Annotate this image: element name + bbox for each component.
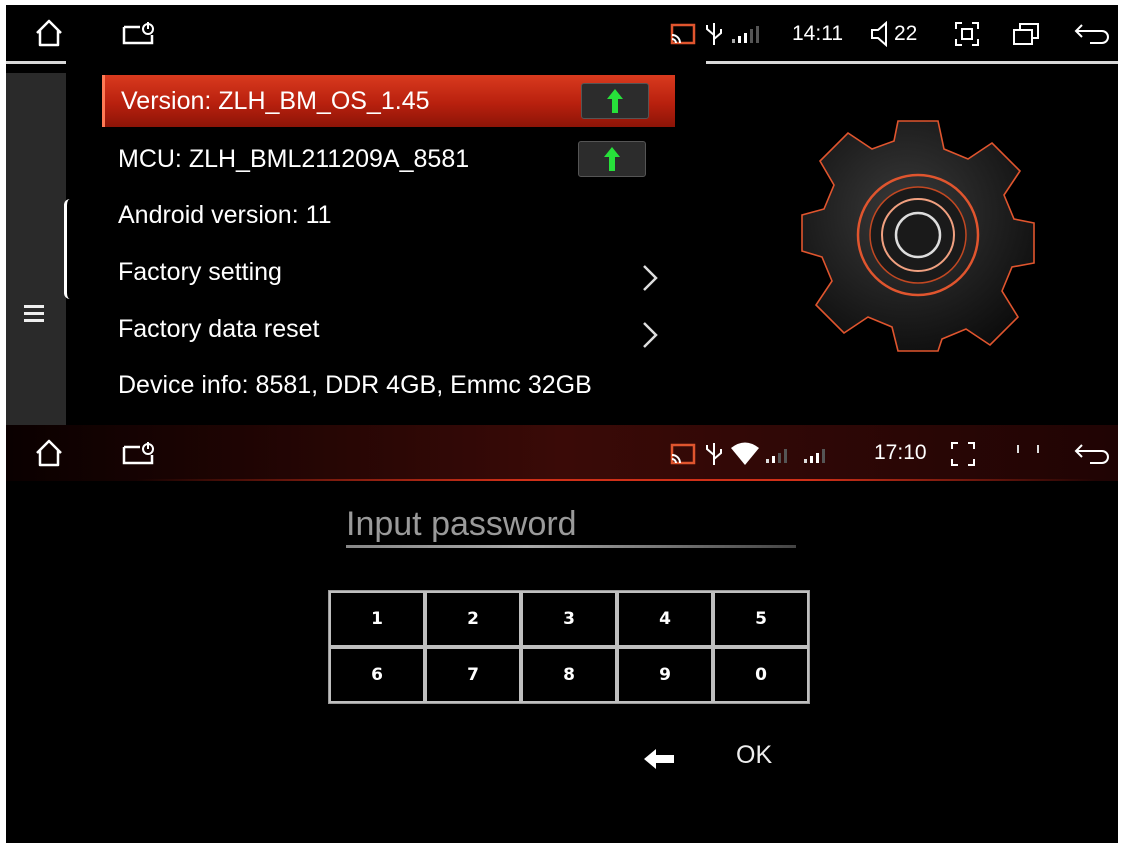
key-9[interactable]: 9 [617, 647, 713, 703]
key-6[interactable]: 6 [329, 647, 425, 703]
key-4[interactable]: 4 [617, 591, 713, 647]
clock-top: 14:11 [792, 22, 843, 45]
key-0[interactable]: 0 [713, 647, 809, 703]
signal-icon [728, 25, 768, 50]
status-bar-underline-left [6, 61, 66, 64]
accent-divider [136, 479, 1096, 481]
signal-icon [764, 445, 854, 470]
wifi-icon [730, 441, 760, 472]
screenshot-icon[interactable] [954, 21, 980, 52]
os-upgrade-button[interactable] [581, 83, 649, 119]
cast-icon [670, 23, 696, 50]
upgrade-arrow-icon [604, 147, 620, 171]
head-unit-screen: 14:11 22 Version: ZLH_BM_OS_1.45 MCU: ZL… [6, 5, 1118, 843]
clock-bottom: 17:10 [874, 441, 927, 464]
backspace-button[interactable] [642, 747, 678, 771]
upgrade-arrow-icon [607, 89, 623, 113]
screen-power-icon[interactable] [122, 441, 156, 472]
gear-icon [798, 115, 1038, 360]
factory-data-reset-label: Factory data reset [118, 315, 320, 343]
screen-power-icon[interactable] [122, 21, 156, 52]
recent-apps-icon[interactable] [1012, 22, 1042, 51]
side-drawer-strip[interactable] [6, 73, 66, 425]
device-info-label: Device info: 8581, DDR 4GB, Emmc 32GB [118, 371, 592, 399]
key-3[interactable]: 3 [521, 591, 617, 647]
version-label: Version: ZLH_BM_OS_1.45 [121, 87, 430, 115]
status-bar-bottom: 17:10 [6, 425, 1118, 481]
ok-button[interactable]: OK [736, 741, 772, 770]
usb-icon [704, 21, 724, 52]
usb-icon [704, 441, 724, 472]
factory-setting-label: Factory setting [118, 258, 282, 286]
android-version-label: Android version: 11 [118, 201, 332, 229]
screenshot-icon[interactable] [950, 441, 976, 472]
key-7[interactable]: 7 [425, 647, 521, 703]
back-icon[interactable] [1074, 23, 1110, 50]
drawer-handle[interactable] [64, 199, 75, 299]
key-2[interactable]: 2 [425, 591, 521, 647]
backspace-icon [644, 749, 674, 769]
key-1[interactable]: 1 [329, 591, 425, 647]
volume-level: 22 [894, 22, 918, 45]
android-version-row: Android version: 11 [102, 189, 672, 241]
home-icon[interactable] [34, 439, 64, 472]
factory-data-reset-row[interactable]: Factory data reset [102, 303, 672, 355]
key-8[interactable]: 8 [521, 647, 617, 703]
volume-icon[interactable] [870, 20, 894, 52]
mcu-label: MCU: ZLH_BML211209A_8581 [118, 145, 470, 173]
device-info-row: Device info: 8581, DDR 4GB, Emmc 32GB [102, 359, 672, 411]
numeric-keypad: 1 2 3 4 5 6 7 8 9 0 [328, 590, 810, 704]
menu-icon[interactable] [24, 305, 44, 323]
back-icon[interactable] [1074, 443, 1110, 470]
cast-icon [670, 443, 696, 470]
version-row[interactable]: Version: ZLH_BM_OS_1.45 [102, 75, 675, 127]
mcu-row[interactable]: MCU: ZLH_BML211209A_8581 [102, 133, 672, 185]
home-icon[interactable] [34, 19, 64, 52]
recent-apps-icon[interactable] [1014, 443, 1044, 472]
status-bar-underline-right [706, 61, 1118, 64]
status-bar-top: 14:11 22 [6, 5, 1118, 67]
factory-setting-row[interactable]: Factory setting [102, 246, 672, 298]
mcu-upgrade-button[interactable] [578, 141, 646, 177]
password-input-underline[interactable] [346, 545, 796, 548]
key-5[interactable]: 5 [713, 591, 809, 647]
password-prompt: Input password [346, 505, 577, 543]
